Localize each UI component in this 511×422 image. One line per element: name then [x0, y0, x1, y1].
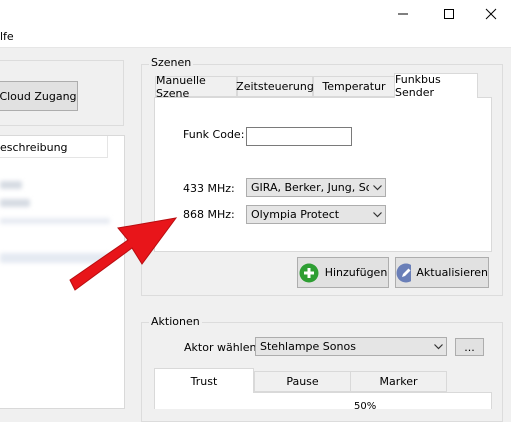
list-column-header[interactable]: eschreibung	[0, 136, 108, 158]
plus-circle-icon	[299, 263, 319, 282]
tab-label: Funkbus Sender	[395, 72, 441, 99]
mhz433-select[interactable]: GIRA, Berker, Jung, Somfy	[246, 178, 386, 197]
chevron-down-icon	[369, 211, 385, 218]
tab-label: Manuelle Szene	[156, 73, 206, 100]
tab-pause[interactable]: Pause	[254, 371, 351, 392]
maximize-icon	[444, 9, 454, 19]
tab-label: Pause	[286, 375, 319, 388]
mhz868-selected-value: Olympia Protect	[251, 208, 340, 221]
close-icon	[485, 8, 497, 20]
add-button-label: Hinzufügen	[324, 266, 388, 279]
close-button[interactable]	[471, 0, 511, 28]
mhz868-select[interactable]: Olympia Protect	[246, 205, 386, 224]
cloud-access-label: Cloud Zugang	[0, 89, 77, 103]
trust-tab-page	[154, 393, 492, 409]
tab-page-border	[154, 97, 395, 98]
menu-bar	[0, 28, 511, 48]
maximize-button[interactable]	[429, 0, 469, 28]
tab-time-control[interactable]: Zeitsteuerung	[236, 76, 314, 97]
tab-radio-bus-sender[interactable]: Funkbus Sender	[394, 72, 478, 99]
add-button[interactable]: Hinzufügen	[297, 257, 389, 288]
actor-selected-value: Stehlampe Sonos	[260, 340, 356, 353]
tab-page-border	[477, 97, 492, 98]
red-arrow-annotation-icon	[69, 217, 178, 291]
tab-manual-scene[interactable]: Manuelle Szene	[155, 73, 237, 100]
funk-code-label: Funk Code:	[183, 128, 245, 141]
tab-temperature[interactable]: Temperatur	[313, 76, 395, 97]
radio-bus-tab-page	[154, 97, 492, 252]
actor-browse-label: ...	[464, 340, 475, 354]
tab-label: Zeitsteuerung	[236, 80, 314, 93]
tab-marker[interactable]: Marker	[350, 371, 447, 392]
list-item-blurred[interactable]	[0, 199, 30, 207]
cloud-access-button[interactable]: Cloud Zugang	[0, 81, 78, 111]
actions-group-title: Aktionen	[149, 315, 202, 328]
scenes-group-title: Szenen	[149, 56, 194, 69]
tab-label: Marker	[379, 375, 418, 388]
chevron-down-icon	[369, 184, 385, 191]
tab-page-border	[254, 392, 492, 393]
actor-label: Aktor wählen:	[184, 341, 261, 354]
percent-label: 50%	[354, 401, 377, 412]
minimize-icon	[398, 13, 408, 15]
minimize-button[interactable]	[383, 0, 423, 28]
list-item-blurred[interactable]	[0, 181, 22, 189]
tab-trust[interactable]: Trust	[154, 368, 254, 394]
tab-label: Temperatur	[322, 80, 386, 93]
actor-browse-button[interactable]: ...	[455, 338, 484, 356]
mhz433-selected-value: GIRA, Berker, Jung, Somfy	[251, 181, 369, 194]
edit-pencil-icon	[396, 263, 412, 282]
mhz868-label: 868 MHz:	[183, 208, 235, 221]
update-button-label: Aktualisieren	[416, 266, 488, 279]
funk-code-input[interactable]	[246, 127, 352, 146]
actor-select[interactable]: Stehlampe Sonos	[255, 337, 447, 356]
tab-label: Trust	[190, 375, 218, 388]
menu-item-help[interactable]: lfe	[0, 30, 14, 43]
update-button[interactable]: Aktualisieren	[395, 257, 489, 288]
list-column-header-label: eschreibung	[0, 141, 68, 154]
mhz433-label: 433 MHz:	[183, 182, 235, 195]
chevron-down-icon	[430, 343, 446, 350]
